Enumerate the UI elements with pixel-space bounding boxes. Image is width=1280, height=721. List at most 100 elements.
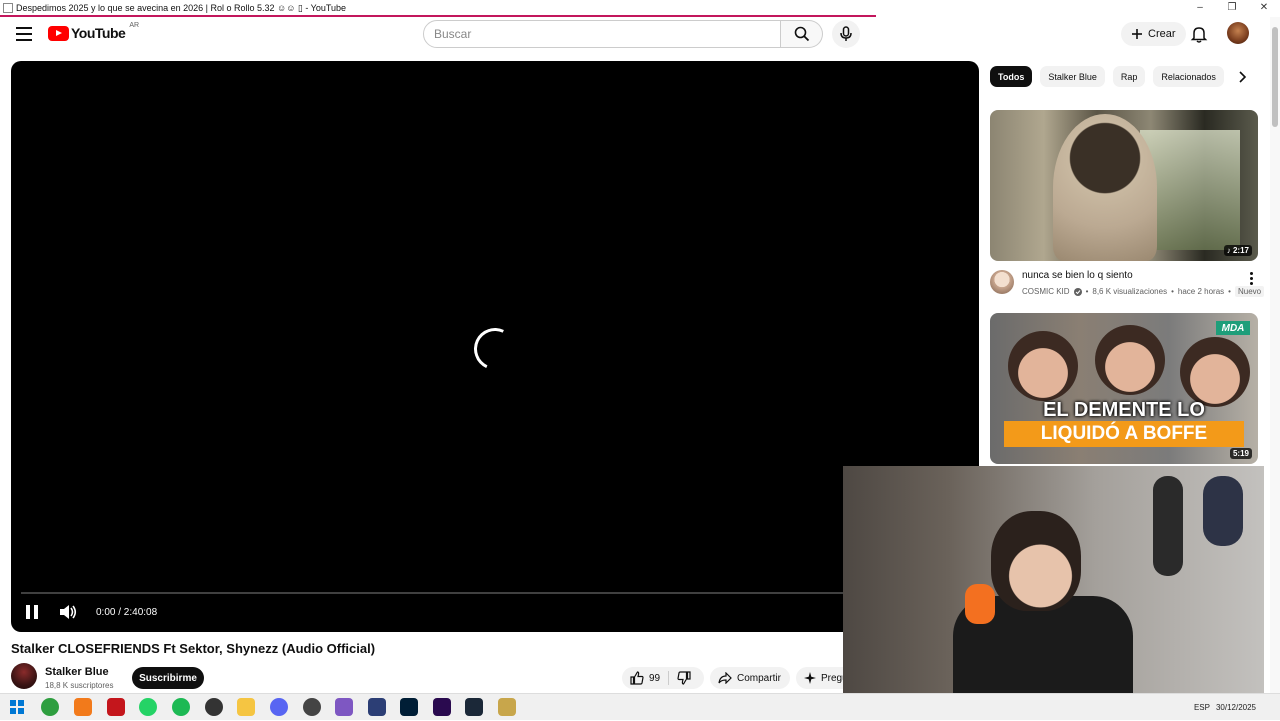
create-button[interactable]: Crear bbox=[1121, 22, 1186, 46]
chip-rap[interactable]: Rap bbox=[1112, 66, 1146, 87]
masthead: YouTube AR Buscar Crear bbox=[0, 17, 1280, 53]
app-icon[interactable] bbox=[41, 698, 59, 716]
search-icon bbox=[794, 26, 809, 42]
app-icon[interactable] bbox=[303, 698, 321, 716]
search-button[interactable] bbox=[781, 20, 823, 48]
thumbnail-caption-line1: EL DEMENTE LO bbox=[1043, 399, 1205, 421]
dislike-button[interactable] bbox=[669, 667, 699, 689]
search-input[interactable]: Buscar bbox=[423, 20, 781, 48]
recommendation-thumbnail[interactable]: ♪ 2:17 bbox=[990, 110, 1258, 261]
pause-button[interactable] bbox=[26, 605, 38, 619]
microphone-image bbox=[965, 584, 995, 624]
menu-icon[interactable] bbox=[16, 27, 32, 41]
recommendation-meta: COSMIC KID • 8,6 K visualizaciones • hac… bbox=[1022, 286, 1265, 297]
chip-todos[interactable]: Todos bbox=[990, 66, 1033, 87]
windows-taskbar: ESP 30/12/2025 bbox=[0, 693, 1280, 720]
steam-icon[interactable] bbox=[465, 698, 483, 716]
recommendation-thumbnail[interactable]: MDA EL DEMENTE LO LIQUIDÓ A BOFFE 5:19 bbox=[990, 313, 1258, 464]
photoshop-icon[interactable] bbox=[400, 698, 418, 716]
loading-spinner-icon bbox=[468, 322, 522, 376]
recommendation-channel-avatar[interactable] bbox=[990, 270, 1014, 294]
subscribe-button[interactable]: Suscribirme bbox=[132, 667, 204, 689]
thumbnail-header-badge: MDA bbox=[1216, 321, 1250, 335]
video-player[interactable]: 0:00 / 2:40:08 bbox=[11, 61, 979, 632]
verified-icon bbox=[1073, 287, 1082, 296]
windows-start-icon[interactable] bbox=[8, 698, 26, 716]
guitar-image bbox=[1203, 476, 1243, 546]
whatsapp-icon[interactable] bbox=[139, 698, 157, 716]
youtube-logo[interactable]: YouTube AR bbox=[48, 21, 140, 41]
tray-language[interactable]: ESP bbox=[1194, 703, 1210, 712]
more-options-icon[interactable] bbox=[1250, 272, 1254, 286]
discord-icon[interactable] bbox=[270, 698, 288, 716]
audio-app-icon[interactable] bbox=[368, 698, 386, 716]
guitar-image bbox=[1153, 476, 1183, 576]
window-controls: – ❐ ✕ bbox=[1184, 0, 1280, 16]
close-button[interactable]: ✕ bbox=[1248, 0, 1280, 16]
window-titlebar: Despedimos 2025 y lo que se avecina en 2… bbox=[0, 0, 1280, 16]
restore-button[interactable]: ❐ bbox=[1216, 0, 1248, 16]
time-display: 0:00 / 2:40:08 bbox=[96, 607, 158, 618]
subscriber-count: 18,8 K suscriptores bbox=[45, 681, 114, 690]
tray-clock[interactable]: 30/12/2025 bbox=[1216, 703, 1256, 713]
chevron-right-icon[interactable] bbox=[1236, 70, 1248, 84]
sparkle-icon bbox=[804, 672, 816, 684]
system-tray: ESP 30/12/2025 bbox=[1194, 694, 1280, 721]
youtube-play-icon bbox=[48, 25, 69, 41]
premiere-icon[interactable] bbox=[433, 698, 451, 716]
chip-stalker-blue[interactable]: Stalker Blue bbox=[1040, 66, 1105, 87]
streamer-head bbox=[991, 511, 1081, 611]
like-count: 99 bbox=[649, 672, 661, 684]
thumbnail-caption-line2: LIQUIDÓ A BOFFE bbox=[1004, 421, 1244, 447]
plus-icon bbox=[1132, 29, 1142, 39]
speaker-icon bbox=[60, 605, 77, 619]
thumbs-down-icon bbox=[677, 671, 691, 685]
spotify-icon[interactable] bbox=[172, 698, 190, 716]
notifications-button[interactable] bbox=[1189, 24, 1209, 44]
chip-relacionados[interactable]: Relacionados bbox=[1153, 66, 1224, 87]
country-code: AR bbox=[129, 21, 140, 29]
thumbnail-person bbox=[1095, 325, 1165, 395]
volume-button[interactable] bbox=[59, 604, 77, 620]
channel-name[interactable]: Stalker Blue bbox=[45, 666, 109, 678]
thumbnail-subject bbox=[1053, 114, 1157, 261]
recommendation-views: 8,6 K visualizaciones bbox=[1092, 287, 1168, 296]
account-avatar[interactable] bbox=[1227, 22, 1249, 44]
app-icon[interactable] bbox=[107, 698, 125, 716]
duration-badge: 5:19 bbox=[1229, 448, 1252, 459]
mouse-cursor-icon bbox=[770, 494, 780, 506]
obs-icon[interactable] bbox=[205, 698, 223, 716]
scrollbar-thumb[interactable] bbox=[1272, 27, 1278, 127]
like-button[interactable]: 99 bbox=[622, 667, 668, 689]
recommendation-title[interactable]: nunca se bien lo q siento bbox=[1022, 270, 1133, 281]
thumbs-up-icon bbox=[630, 671, 644, 685]
share-label: Compartir bbox=[737, 672, 781, 684]
app-icon[interactable] bbox=[498, 698, 516, 716]
app-icon bbox=[3, 3, 13, 13]
new-badge: Nuevo bbox=[1234, 286, 1265, 297]
share-button[interactable]: Compartir bbox=[710, 667, 790, 689]
window-title: Despedimos 2025 y lo que se avecina en 2… bbox=[16, 2, 347, 13]
duration-badge: ♪ 2:17 bbox=[1223, 245, 1252, 256]
app-icon[interactable] bbox=[74, 698, 92, 716]
filter-chips: Todos Stalker Blue Rap Relacionados bbox=[990, 66, 1224, 87]
app-icon[interactable] bbox=[335, 698, 353, 716]
search-bar: Buscar bbox=[423, 20, 823, 48]
create-label: Crear bbox=[1148, 28, 1176, 40]
webcam-overlay bbox=[843, 466, 1264, 703]
bell-icon bbox=[1190, 27, 1208, 43]
logo-wordmark: YouTube bbox=[71, 25, 126, 41]
thumbnail-person bbox=[1180, 337, 1250, 407]
microphone-icon bbox=[840, 26, 852, 41]
file-explorer-icon[interactable] bbox=[237, 698, 255, 716]
channel-avatar[interactable] bbox=[11, 663, 37, 689]
voice-search-button[interactable] bbox=[832, 20, 860, 48]
page-scrollbar[interactable] bbox=[1270, 17, 1280, 693]
minimize-button[interactable]: – bbox=[1184, 0, 1216, 16]
video-title: Stalker CLOSEFRIENDS Ft Sektor, Shynezz … bbox=[11, 641, 376, 656]
like-dislike-group: 99 bbox=[622, 667, 704, 689]
seek-bar[interactable] bbox=[21, 592, 969, 594]
recommendation-age: hace 2 horas bbox=[1177, 287, 1225, 296]
recommendation-channel[interactable]: COSMIC KID bbox=[1022, 287, 1070, 296]
thumbnail-person bbox=[1008, 331, 1078, 401]
